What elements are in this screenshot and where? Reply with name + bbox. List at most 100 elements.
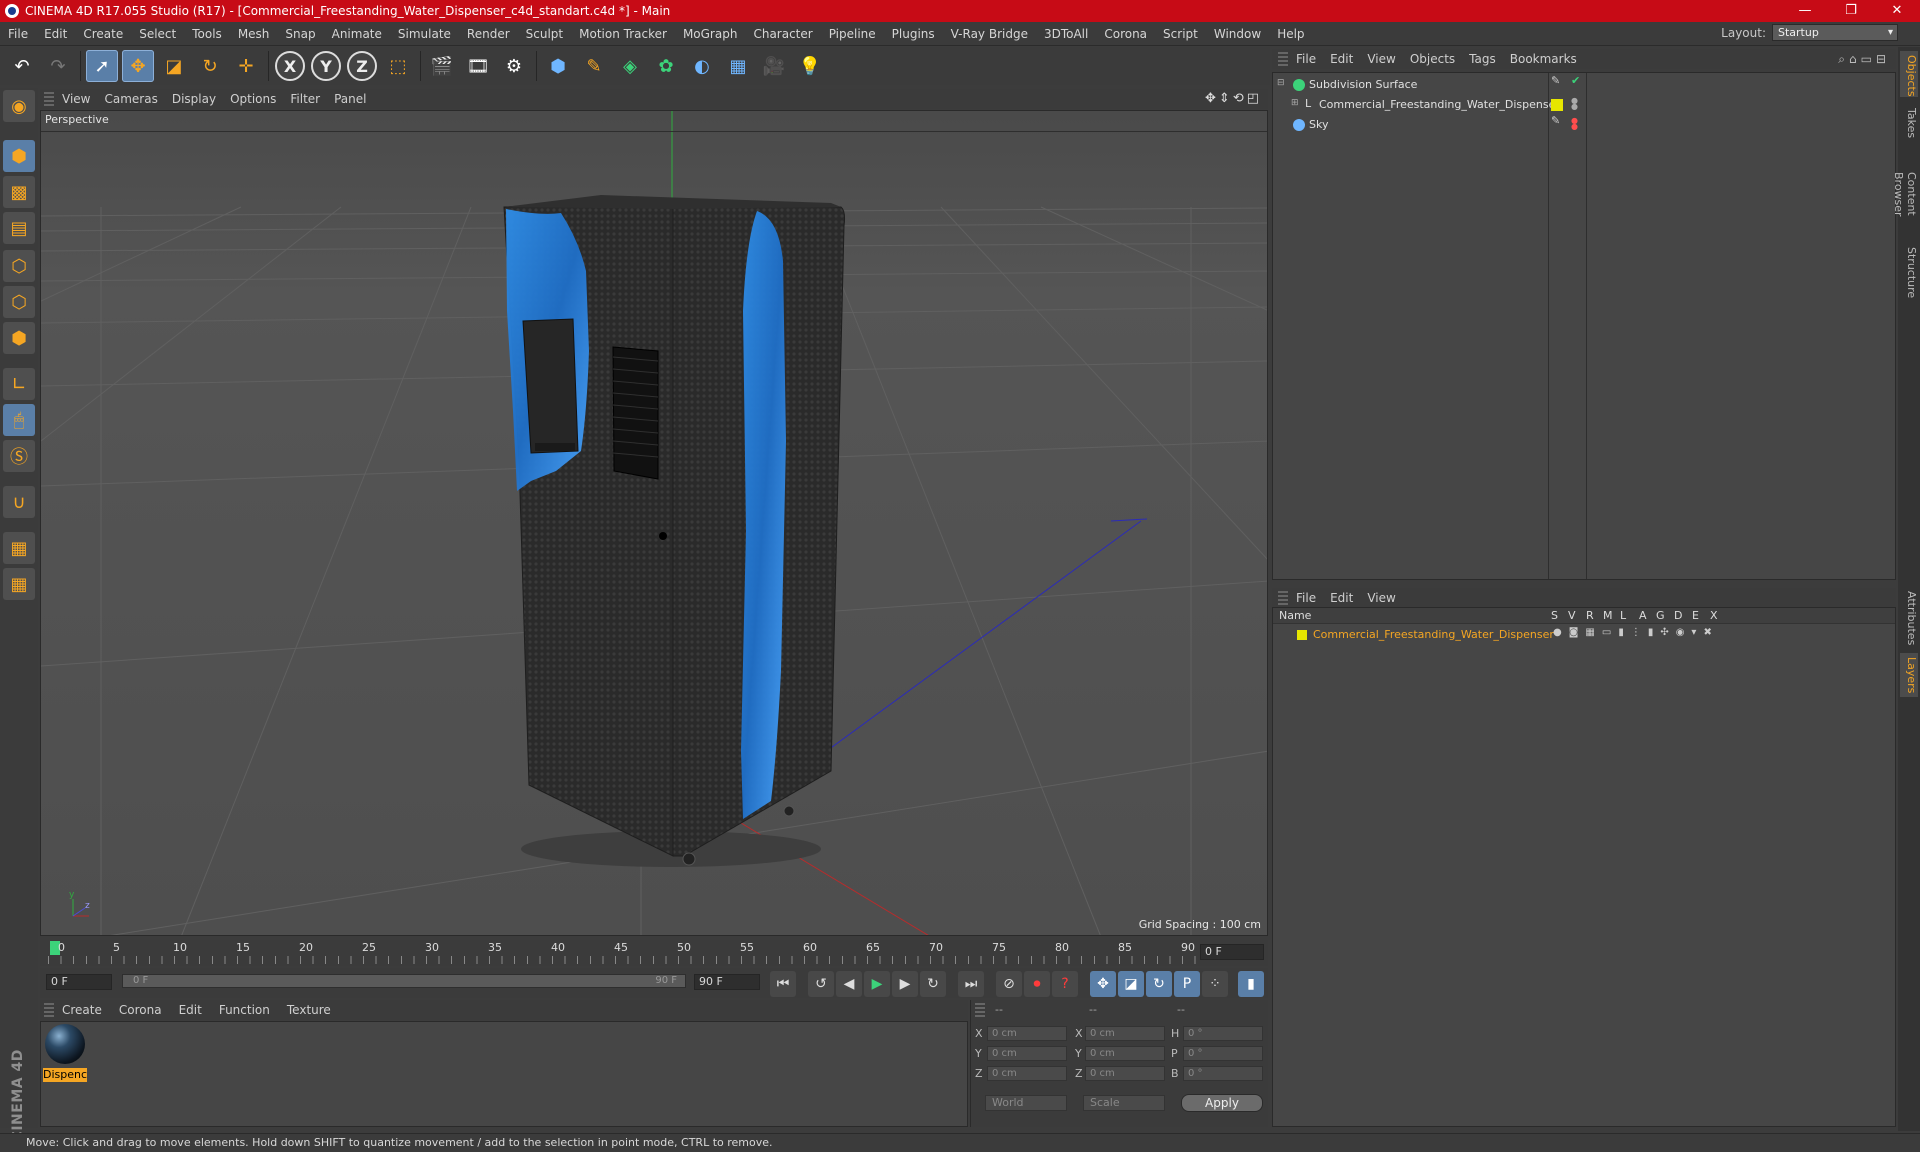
object-menu-file[interactable]: File bbox=[1296, 52, 1316, 66]
layer-col-solo[interactable]: S bbox=[1551, 609, 1558, 622]
tweak-mode-icon[interactable]: 🖱 bbox=[3, 404, 35, 436]
tab-attributes[interactable]: Attributes bbox=[1900, 587, 1918, 649]
collapse-icon[interactable]: ⊟ bbox=[1277, 78, 1285, 88]
object-menu-bookmarks[interactable]: Bookmarks bbox=[1510, 52, 1577, 66]
tab-structure[interactable]: Structure bbox=[1900, 243, 1918, 299]
position-y-field[interactable]: 0 cm bbox=[987, 1046, 1067, 1061]
end-frame-field[interactable]: 90 F bbox=[694, 974, 760, 990]
menu-3dtoall[interactable]: 3DToAll bbox=[1036, 27, 1096, 41]
expand-icon[interactable]: ⊞ bbox=[1291, 98, 1299, 108]
workplane-mode-icon[interactable]: ▤ bbox=[3, 212, 35, 244]
layer-color-swatch[interactable] bbox=[1551, 99, 1563, 111]
object-row-water-dispenser[interactable]: ⊞ L Commercial_Freestanding_Water_Dispen… bbox=[1273, 95, 1895, 115]
viewport-menu-filter[interactable]: Filter bbox=[290, 92, 332, 106]
object-manager-search-icons[interactable]: ⌕⌂▭⊟ bbox=[1838, 52, 1890, 67]
object-name[interactable]: Sky bbox=[1309, 118, 1328, 131]
cube-primitive-icon[interactable]: ⬢ bbox=[542, 50, 574, 82]
workplane-lock-icon[interactable]: ▦ bbox=[3, 532, 35, 564]
visibility-dots-icon[interactable]: ● ● bbox=[1571, 117, 1578, 131]
record-point-level-icon[interactable]: ⁘ bbox=[1202, 971, 1228, 997]
play-forward-icon[interactable]: ▶ bbox=[864, 971, 890, 997]
menu-animate[interactable]: Animate bbox=[324, 27, 390, 41]
floor-icon[interactable]: ▦ bbox=[722, 50, 754, 82]
layer-row[interactable]: Commercial_Freestanding_Water_Dispenser … bbox=[1273, 626, 1895, 644]
deformer-icon[interactable]: ◐ bbox=[686, 50, 718, 82]
x-axis-lock-icon[interactable]: X bbox=[274, 50, 306, 82]
viewport-menu-display[interactable]: Display bbox=[172, 92, 228, 106]
layer-col-render[interactable]: R bbox=[1586, 609, 1594, 622]
viewport-menu-panel[interactable]: Panel bbox=[334, 92, 378, 106]
menu-simulate[interactable]: Simulate bbox=[390, 27, 459, 41]
object-menu-view[interactable]: View bbox=[1367, 52, 1395, 66]
polygons-mode-icon[interactable]: ⬢ bbox=[3, 322, 35, 354]
object-name[interactable]: Subdivision Surface bbox=[1309, 78, 1417, 91]
timeline-ruler[interactable]: 0 5 10 15 20 25 30 35 40 45 50 55 60 65 … bbox=[40, 940, 1268, 966]
menu-corona[interactable]: Corona bbox=[1096, 27, 1155, 41]
record-position-icon[interactable]: ✥ bbox=[1090, 971, 1116, 997]
menu-plugins[interactable]: Plugins bbox=[884, 27, 943, 41]
menu-script[interactable]: Script bbox=[1155, 27, 1206, 41]
enable-axis-icon[interactable]: ∟ bbox=[3, 368, 35, 400]
render-picture-viewer-icon[interactable]: 🎞 bbox=[462, 50, 494, 82]
rotation-h-field[interactable]: 0 ° bbox=[1183, 1026, 1263, 1041]
record-active-objects-icon[interactable]: ⏺ bbox=[1024, 971, 1050, 997]
size-x-field[interactable]: 0 cm bbox=[1085, 1026, 1165, 1041]
layer-col-animation[interactable]: A bbox=[1639, 609, 1647, 622]
object-row-subdivision-surface[interactable]: ⊟ Subdivision Surface ✎ ✔ bbox=[1273, 75, 1895, 95]
edges-mode-icon[interactable]: ⬡ bbox=[3, 286, 35, 318]
minimize-button[interactable]: — bbox=[1782, 0, 1828, 22]
previous-frame-icon[interactable]: ◀ bbox=[836, 971, 862, 997]
layer-menu-view[interactable]: View bbox=[1367, 591, 1395, 605]
menu-window[interactable]: Window bbox=[1206, 27, 1269, 41]
menu-create[interactable]: Create bbox=[75, 27, 131, 41]
z-axis-lock-icon[interactable]: Z bbox=[346, 50, 378, 82]
editor-visibility-icon[interactable]: ✎ bbox=[1551, 115, 1560, 126]
object-row-sky[interactable]: Sky ✎ ● ● bbox=[1273, 115, 1895, 135]
render-view-icon[interactable]: 🎬 bbox=[426, 50, 458, 82]
undo-icon[interactable]: ↶ bbox=[6, 50, 38, 82]
viewport-menu-cameras[interactable]: Cameras bbox=[104, 92, 169, 106]
go-to-end-icon[interactable]: ⏭ bbox=[958, 971, 984, 997]
layer-col-generators[interactable]: G bbox=[1656, 609, 1665, 622]
move-tool-icon[interactable]: ✥ bbox=[122, 50, 154, 82]
maximize-button[interactable]: ❐ bbox=[1828, 0, 1874, 22]
menu-sculpt[interactable]: Sculpt bbox=[518, 27, 571, 41]
tab-content-browser[interactable]: Content Browser bbox=[1892, 149, 1918, 239]
cloner-icon[interactable]: ✿ bbox=[650, 50, 682, 82]
material-menu-function[interactable]: Function bbox=[219, 1003, 270, 1017]
keyframe-selection-icon[interactable]: ⊘ bbox=[996, 971, 1022, 997]
record-scale-icon[interactable]: ◪ bbox=[1118, 971, 1144, 997]
frame-range-slider[interactable]: 0 F 90 F bbox=[122, 974, 686, 988]
viewport-menu-view[interactable]: View bbox=[62, 92, 102, 106]
render-settings-icon[interactable]: ⚙ bbox=[498, 50, 530, 82]
menu-select[interactable]: Select bbox=[131, 27, 184, 41]
texture-mode-icon[interactable]: ▩ bbox=[3, 176, 35, 208]
menu-motion-tracker[interactable]: Motion Tracker bbox=[571, 27, 675, 41]
workplane-icon[interactable]: ▦ bbox=[3, 568, 35, 600]
rotation-b-field[interactable]: 0 ° bbox=[1183, 1066, 1263, 1081]
layer-col-name[interactable]: Name bbox=[1279, 609, 1311, 622]
menu-mograph[interactable]: MoGraph bbox=[675, 27, 746, 41]
material-menu-corona[interactable]: Corona bbox=[119, 1003, 162, 1017]
position-x-field[interactable]: 0 cm bbox=[987, 1026, 1067, 1041]
menu-file[interactable]: File bbox=[0, 27, 36, 41]
material-menu-edit[interactable]: Edit bbox=[179, 1003, 202, 1017]
layer-col-manager[interactable]: M bbox=[1603, 609, 1613, 622]
rotate-tool-icon[interactable]: ↻ bbox=[194, 50, 226, 82]
menu-mesh[interactable]: Mesh bbox=[230, 27, 278, 41]
position-z-field[interactable]: 0 cm bbox=[987, 1066, 1067, 1081]
menu-help[interactable]: Help bbox=[1269, 27, 1312, 41]
autokeying-icon[interactable]: ? bbox=[1052, 971, 1078, 997]
enabled-check-icon[interactable]: ✔ bbox=[1571, 75, 1580, 86]
object-name[interactable]: Commercial_Freestanding_Water_Dispenser bbox=[1319, 98, 1560, 111]
current-frame-field[interactable]: 0 F bbox=[1200, 944, 1264, 960]
layer-toggle-icons[interactable]: ●◙▦▭▮⋮▮✣◉▾✖ bbox=[1553, 627, 1719, 638]
viewport-navigation-icons[interactable]: ✥⇕⟲◰ bbox=[1205, 91, 1262, 106]
material-menu-create[interactable]: Create bbox=[62, 1003, 102, 1017]
menu-tools[interactable]: Tools bbox=[184, 27, 230, 41]
layout-dropdown[interactable]: Startup bbox=[1772, 24, 1898, 41]
menu-edit[interactable]: Edit bbox=[36, 27, 75, 41]
next-key-icon[interactable]: ↻ bbox=[920, 971, 946, 997]
points-mode-icon[interactable]: ⬡ bbox=[3, 250, 35, 282]
apply-button[interactable]: Apply bbox=[1181, 1094, 1263, 1112]
